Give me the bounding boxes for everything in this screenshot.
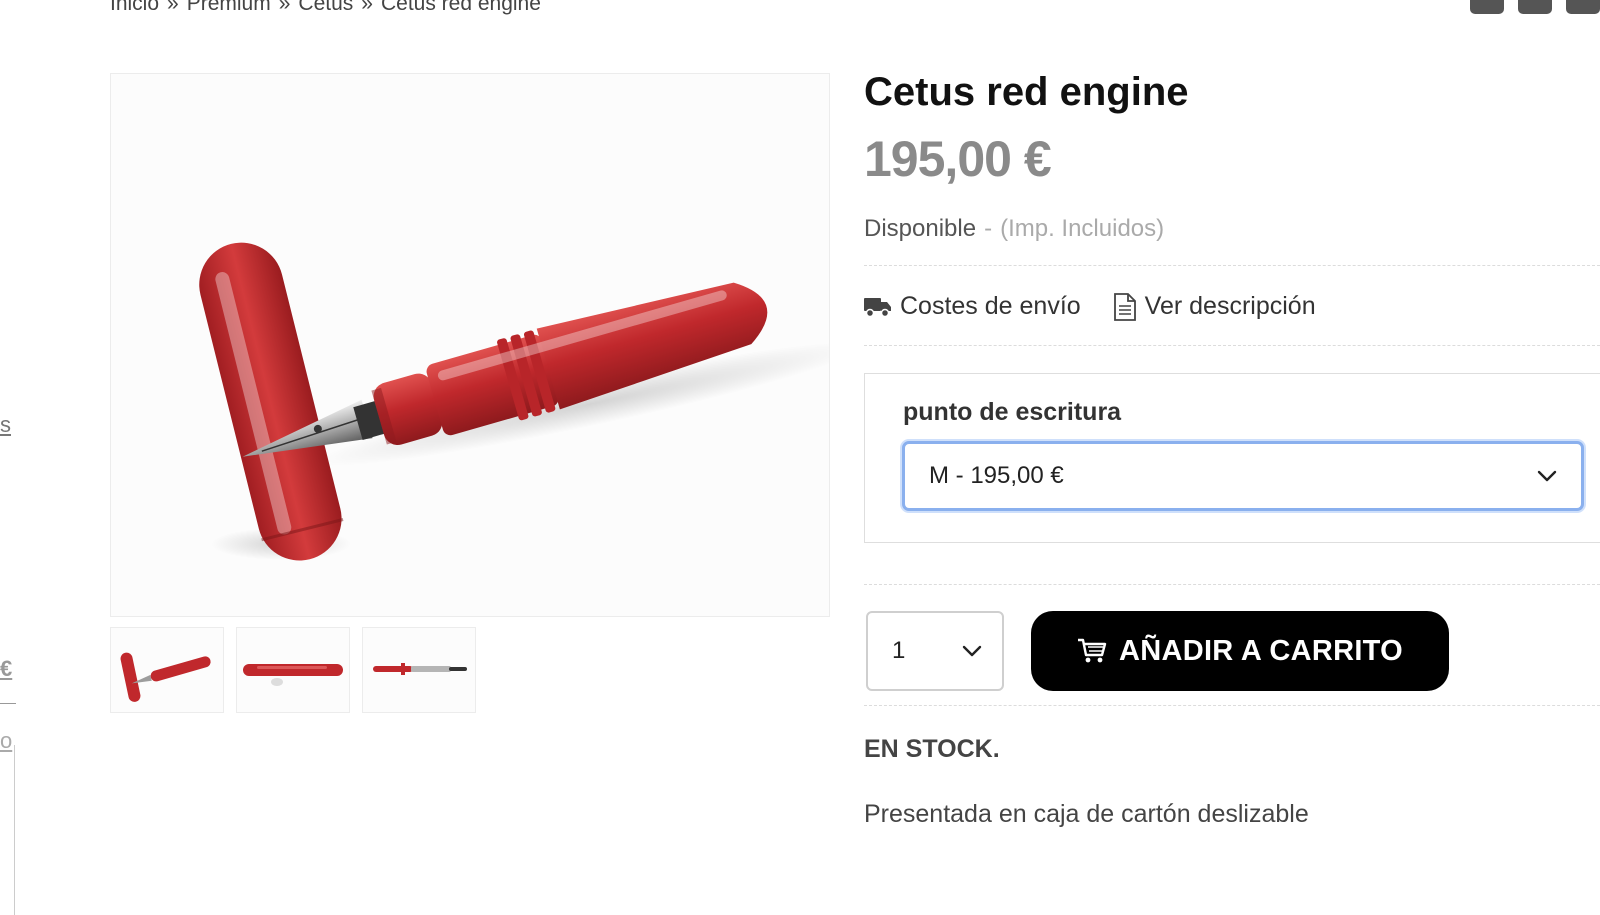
add-to-cart-label: AÑADIR A CARRITO	[1118, 634, 1404, 667]
quantity-select[interactable]: 1	[866, 611, 1004, 691]
pen-thumbnail-2[interactable]	[236, 627, 350, 713]
breadcrumb-home[interactable]: Inicio	[110, 0, 159, 15]
breadcrumb-separator: »	[278, 0, 291, 15]
sidebar-divider	[0, 703, 16, 704]
divider	[864, 584, 1600, 585]
pen-thumbnail-image	[243, 664, 343, 686]
twitter-icon[interactable]	[1518, 0, 1552, 14]
chevron-down-icon	[1537, 470, 1557, 482]
shopping-cart-icon	[1077, 638, 1107, 663]
packaging-note: Presentada en caja de cartón deslizable	[864, 800, 1309, 828]
social-share	[1470, 0, 1600, 14]
view-description-link[interactable]: Ver descripción	[1113, 292, 1316, 321]
facebook-icon[interactable]	[1470, 0, 1504, 14]
sidebar-text-fragment[interactable]: o	[0, 728, 12, 754]
shipping-costs-label: Costes de envío	[900, 292, 1081, 320]
product-links: Costes de envío Ver descripción	[864, 292, 1316, 321]
nib-size-value: M - 195,00 €	[929, 462, 1064, 489]
availability-line: Disponible - (Imp. Incluidos)	[864, 215, 1164, 243]
breadcrumb: Inicio » Premium » Cetus » Cetus red engine	[110, 0, 541, 16]
quantity-value: 1	[892, 637, 906, 664]
stock-status: EN STOCK.	[864, 735, 1000, 763]
divider	[864, 705, 1600, 706]
pen-thumbnail-image	[373, 663, 467, 675]
product-main-image[interactable]	[110, 73, 830, 617]
red-fountain-pen-image	[199, 242, 829, 561]
product-title: Cetus red engine	[864, 70, 1189, 114]
product-options: punto de escritura M - 195,00 €	[864, 373, 1600, 543]
breadcrumb-current: Cetus red engine	[380, 0, 541, 15]
availability-status: Disponible	[864, 215, 977, 242]
thumbnail-strip	[110, 627, 476, 713]
tax-note: (Imp. Incluidos)	[1000, 215, 1165, 242]
add-to-cart-button[interactable]: AÑADIR A CARRITO	[1031, 611, 1449, 691]
pinterest-icon[interactable]	[1566, 0, 1600, 14]
divider	[864, 345, 1600, 346]
sidebar-link-fragment[interactable]: s	[0, 412, 11, 438]
breadcrumb-cetus[interactable]: Cetus	[298, 0, 353, 15]
document-icon	[1113, 292, 1136, 321]
breadcrumb-premium[interactable]: Premium	[187, 0, 271, 15]
divider	[864, 265, 1600, 266]
chevron-down-icon	[962, 645, 982, 657]
option-label: punto de escritura	[903, 398, 1122, 426]
breadcrumb-separator: »	[361, 0, 373, 15]
pen-thumbnail-1[interactable]	[110, 627, 224, 713]
truck-icon	[864, 297, 891, 317]
sidebar-price-fragment: €	[0, 656, 13, 681]
pen-thumbnail-image	[120, 652, 211, 702]
pen-thumbnail-3[interactable]	[362, 627, 476, 713]
product-price: 195,00 €	[864, 131, 1052, 187]
breadcrumb-separator: »	[167, 0, 179, 15]
nib-size-select[interactable]: M - 195,00 €	[902, 441, 1584, 511]
view-description-label: Ver descripción	[1144, 292, 1316, 320]
sidebar-border	[14, 745, 15, 915]
shipping-costs-link[interactable]: Costes de envío	[864, 292, 1081, 321]
availability-separator: -	[984, 215, 993, 242]
